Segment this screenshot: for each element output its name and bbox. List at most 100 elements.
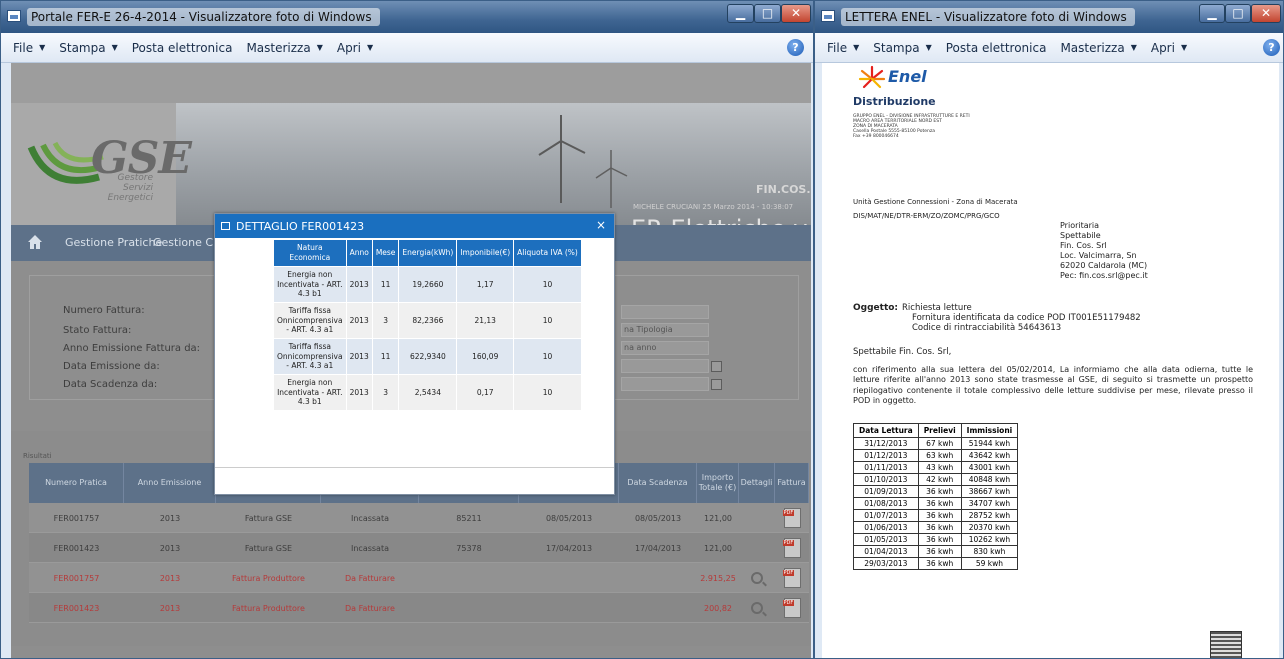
detail-table: Natura Economica Anno Mese Energia(kWh) Impo… bbox=[273, 239, 582, 411]
results-header-cell[interactable]: Importo Totale (€) bbox=[697, 463, 739, 503]
right-titlebar[interactable]: LETTERA ENEL - Visualizzatore foto di Wi… bbox=[815, 1, 1283, 33]
letter-salutation: Spettabile Fin. Cos. Srl, bbox=[853, 347, 952, 357]
modal-close-icon[interactable]: × bbox=[596, 218, 606, 232]
calendar-icon[interactable] bbox=[711, 379, 722, 390]
magnifier-icon[interactable] bbox=[751, 572, 763, 584]
letture-cell: 31/12/2013 bbox=[853, 437, 919, 450]
detail-cell: 11 bbox=[371, 338, 400, 375]
letture-header-cell: Data Lettura bbox=[853, 423, 919, 438]
data-scadenza-input[interactable] bbox=[621, 377, 709, 391]
menu-item-apri[interactable]: Apri ▼ bbox=[1151, 41, 1187, 55]
enel-division: Distribuzione bbox=[853, 95, 936, 108]
chevron-down-icon: ▼ bbox=[111, 43, 118, 52]
close-button[interactable]: ✕ bbox=[1251, 4, 1281, 23]
table-cell bbox=[419, 563, 519, 593]
anno-emissione-select[interactable]: na anno bbox=[621, 341, 709, 355]
close-button[interactable]: ✕ bbox=[781, 4, 811, 23]
letture-cell: 01/10/2013 bbox=[853, 473, 919, 486]
menu-item-file[interactable]: File ▼ bbox=[13, 41, 45, 55]
maximize-button[interactable]: □ bbox=[1225, 4, 1251, 23]
detail-header-cell: Aliquota IVA (%) bbox=[513, 239, 582, 267]
results-header-cell[interactable]: Numero Pratica bbox=[29, 463, 124, 503]
letture-cell: 01/11/2013 bbox=[853, 461, 919, 474]
table-cell: Fattura Produttore bbox=[232, 573, 305, 583]
detail-cell: 2013 bbox=[345, 338, 373, 375]
menu-item-posta-elettronica[interactable]: Posta elettronica bbox=[946, 41, 1047, 55]
home-icon[interactable] bbox=[27, 234, 43, 250]
table-cell bbox=[519, 563, 619, 593]
letture-cell: 01/07/2013 bbox=[853, 509, 919, 522]
left-titlebar[interactable]: Portale FER-E 26-4-2014 - Visualizzatore… bbox=[1, 1, 813, 33]
detail-header-cell: Anno bbox=[345, 239, 373, 267]
modal-header: DETTAGLIO FER001423 × bbox=[215, 214, 614, 238]
pdf-icon[interactable] bbox=[782, 508, 801, 528]
letter-body: con riferimento alla sua lettera del 05/… bbox=[853, 365, 1253, 406]
calendar-icon[interactable] bbox=[711, 361, 722, 372]
data-emissione-input[interactable] bbox=[621, 359, 709, 373]
menu-item-masterizza[interactable]: Masterizza ▼ bbox=[246, 41, 322, 55]
minimize-button[interactable]: ▁ bbox=[1199, 4, 1225, 23]
label-data-scadenza: Data Scadenza da: bbox=[63, 379, 158, 390]
pdf-icon[interactable] bbox=[782, 538, 801, 558]
table-cell bbox=[619, 563, 697, 593]
detail-table-body: Energia non Incentivata - ART. 4.3 b1 201… bbox=[273, 266, 582, 411]
detail-modal: DETTAGLIO FER001423 × Natura Economica An… bbox=[214, 213, 615, 495]
detail-cell: 3 bbox=[371, 302, 400, 339]
nav-gestione-c[interactable]: Gestione C bbox=[153, 236, 213, 249]
table-row[interactable]: FER001423 2013 Fattura Produttore Da Fattur… bbox=[29, 593, 809, 623]
pdf-icon[interactable] bbox=[782, 598, 801, 618]
chevron-down-icon: ▼ bbox=[316, 43, 323, 52]
chevron-down-icon: ▼ bbox=[366, 43, 374, 52]
magnifier-icon[interactable] bbox=[751, 602, 763, 614]
table-row[interactable]: FER001757 2013 Fattura GSE Incassata 85211 08… bbox=[29, 503, 809, 533]
letture-cell: 43 kwh bbox=[917, 461, 962, 474]
table-cell: 17/04/2013 bbox=[634, 543, 682, 553]
letture-cell: 36 kwh bbox=[917, 485, 962, 498]
detail-header-cell: Mese bbox=[371, 239, 400, 267]
label-stato-fattura: Stato Fattura: bbox=[63, 325, 132, 336]
right-menubar: File ▼ Stampa ▼ Posta elettronica Masterizza ▼… bbox=[815, 33, 1283, 63]
menu-item-posta-elettronica[interactable]: Posta elettronica bbox=[132, 41, 233, 55]
dettagli-cell bbox=[739, 533, 775, 563]
numero-fattura-input[interactable] bbox=[621, 305, 709, 319]
table-row[interactable]: FER001757 2013 Fattura Produttore Da Fattur… bbox=[29, 563, 809, 593]
menu-item-label: Stampa bbox=[873, 40, 920, 55]
letture-table-body: 31/12/2013 67 kwh 51944 kwh 01/12/2013 63 kw… bbox=[853, 437, 1019, 570]
letture-cell: 43642 kwh bbox=[960, 449, 1019, 462]
menu-item-stampa[interactable]: Stampa ▼ bbox=[59, 41, 118, 55]
results-header-cell[interactable]: Anno Emissione bbox=[124, 463, 216, 503]
pdf-icon[interactable] bbox=[782, 568, 801, 588]
letture-cell: 01/08/2013 bbox=[853, 497, 919, 510]
results-header-cell[interactable]: Fattura bbox=[775, 463, 809, 503]
minimize-button[interactable]: ▁ bbox=[727, 4, 754, 23]
results-header-cell[interactable]: Dettagli bbox=[739, 463, 775, 503]
results-header-cell[interactable]: Data Scadenza bbox=[619, 463, 697, 503]
page-bottom-strip bbox=[11, 646, 811, 658]
detail-cell: 2013 bbox=[345, 302, 373, 339]
detail-cell: 2013 bbox=[345, 374, 373, 411]
table-cell: 2.915,25 bbox=[700, 573, 736, 583]
letture-row: 01/11/2013 43 kwh 43001 kwh bbox=[853, 461, 1019, 474]
stato-fattura-select[interactable]: na Tipologia bbox=[621, 323, 709, 337]
letter-unit: Unità Gestione Connessioni - Zona di Mac… bbox=[853, 198, 1018, 206]
menu-item-masterizza[interactable]: Masterizza ▼ bbox=[1060, 41, 1136, 55]
help-icon[interactable]: ? bbox=[787, 39, 804, 56]
maximize-button[interactable]: □ bbox=[754, 4, 781, 23]
detail-row: Tariffa fissa Onnicomprensiva - ART. 4.3… bbox=[273, 338, 582, 375]
table-row[interactable]: FER001423 2013 Fattura GSE Incassata 75378 17… bbox=[29, 533, 809, 563]
table-cell: 2013 bbox=[159, 573, 181, 583]
help-icon[interactable]: ? bbox=[1263, 39, 1280, 56]
letture-cell: 01/06/2013 bbox=[853, 521, 919, 534]
nav-gestione-pratiche[interactable]: Gestione Pratiche bbox=[65, 236, 162, 249]
table-cell: Incassata bbox=[350, 513, 389, 523]
chevron-down-icon: ▼ bbox=[39, 43, 46, 52]
letture-cell: 10262 kwh bbox=[960, 533, 1019, 546]
letture-cell: 36 kwh bbox=[917, 557, 962, 570]
letture-cell: 29/03/2013 bbox=[853, 557, 919, 570]
detail-cell: 3 bbox=[371, 374, 400, 411]
chevron-down-icon: ▼ bbox=[1130, 43, 1137, 52]
menu-item-label: Apri bbox=[336, 40, 361, 55]
menu-item-file[interactable]: File ▼ bbox=[827, 41, 859, 55]
menu-item-stampa[interactable]: Stampa ▼ bbox=[873, 41, 932, 55]
menu-item-apri[interactable]: Apri ▼ bbox=[337, 41, 373, 55]
